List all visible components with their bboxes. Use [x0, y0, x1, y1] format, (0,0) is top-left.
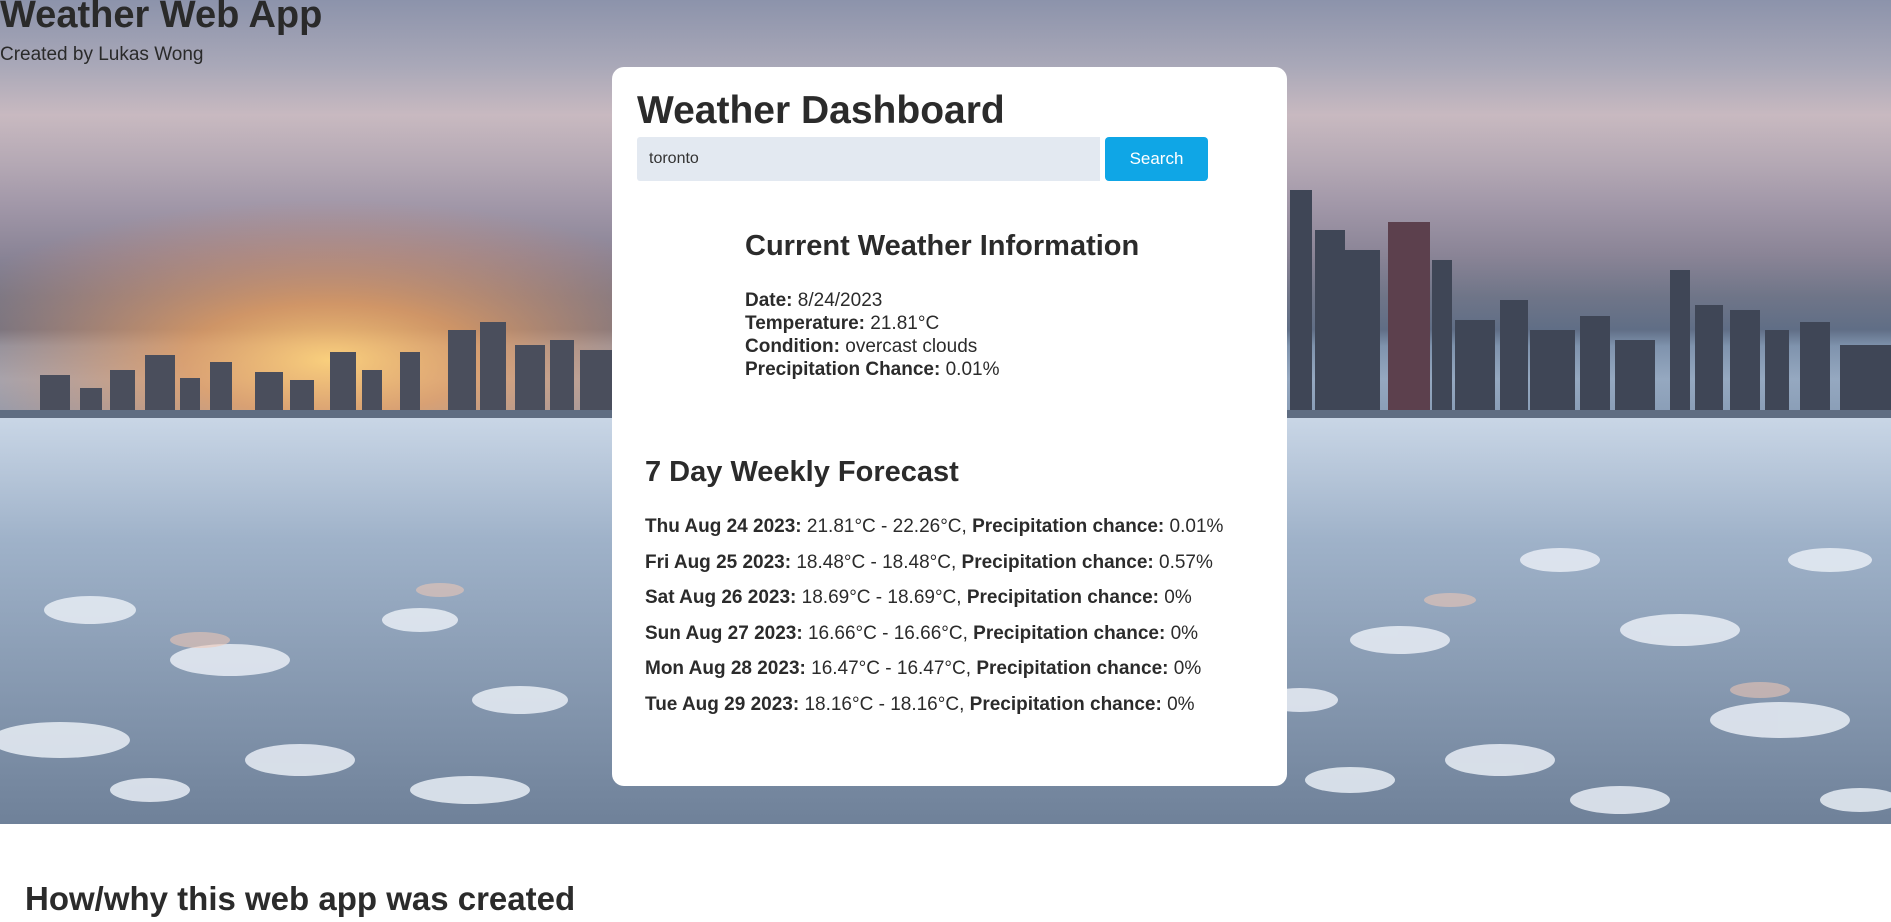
city-search-input[interactable] — [637, 137, 1100, 181]
forecast-precip-value: 0.01% — [1169, 516, 1224, 537]
about-section: How/why this web app was created — [0, 824, 1891, 922]
forecast-precip-label: Precipitation chance: — [976, 658, 1169, 679]
forecast-day-row: Fri Aug 25 2023: 18.48°C - 18.48°C, Prec… — [645, 552, 1223, 588]
about-heading: How/why this web app was created — [25, 880, 576, 917]
forecast-precip-value: 0.57% — [1159, 551, 1213, 573]
forecast-precip-label: Precipitation chance: — [969, 693, 1162, 715]
current-precipitation-value: 0.01% — [945, 359, 1000, 380]
weather-dashboard-card: Weather Dashboard Search Current Weather… — [612, 67, 1287, 786]
current-weather-info: Date: 8/24/2023 Temperature: 21.81°C Con… — [745, 289, 999, 381]
forecast-day-range: 18.48°C - 18.48°C, — [796, 551, 957, 573]
current-condition-value: overcast clouds — [845, 336, 978, 357]
current-weather-heading: Current Weather Information — [745, 230, 1140, 262]
current-date-value: 8/24/2023 — [797, 290, 883, 311]
forecast-day-row: Tue Aug 29 2023: 18.16°C - 18.16°C, Prec… — [645, 694, 1223, 730]
forecast-precip-label: Precipitation chance: — [972, 516, 1165, 537]
forecast-day-range: 18.16°C - 18.16°C, — [804, 693, 965, 715]
current-date-row: Date: 8/24/2023 — [745, 289, 999, 312]
forecast-day-row: Sun Aug 27 2023: 16.66°C - 16.66°C, Prec… — [645, 623, 1223, 659]
forecast-day-date: Mon Aug 28 2023: — [645, 658, 806, 679]
current-temperature-row: Temperature: 21.81°C — [745, 312, 999, 335]
forecast-day-date: Sun Aug 27 2023: — [645, 622, 803, 644]
hero-background: Weather Web App Created by Lukas Wong We… — [0, 0, 1891, 824]
current-condition-row: Condition: overcast clouds — [745, 335, 999, 358]
current-precipitation-label: Precipitation Chance: — [745, 359, 941, 380]
forecast-day-date: Tue Aug 29 2023: — [645, 693, 800, 715]
forecast-day-range: 16.66°C - 16.66°C, — [807, 622, 968, 644]
forecast-day-date: Sat Aug 26 2023: — [645, 587, 797, 608]
current-condition-label: Condition: — [745, 336, 840, 357]
forecast-precip-value: 0% — [1170, 622, 1199, 644]
forecast-list: Thu Aug 24 2023: 21.81°C - 22.26°C, Prec… — [645, 516, 1223, 729]
current-temperature-value: 21.81°C — [870, 313, 940, 334]
forecast-day-date: Fri Aug 25 2023: — [645, 551, 792, 573]
forecast-day-range: 21.81°C - 22.26°C, — [806, 516, 967, 537]
current-date-label: Date: — [745, 290, 793, 311]
forecast-precip-value: 0% — [1173, 658, 1202, 679]
forecast-precip-label: Precipitation chance: — [973, 622, 1166, 644]
current-temperature-label: Temperature: — [745, 313, 866, 334]
forecast-precip-value: 0% — [1167, 693, 1195, 715]
forecast-day-row: Mon Aug 28 2023: 16.47°C - 16.47°C, Prec… — [645, 658, 1223, 694]
app-subtitle: Created by Lukas Wong — [0, 44, 204, 65]
forecast-day-range: 16.47°C - 16.47°C, — [811, 658, 972, 679]
app-title: Weather Web App — [0, 0, 323, 36]
dashboard-title: Weather Dashboard — [637, 89, 1005, 132]
forecast-day-row: Sat Aug 26 2023: 18.69°C - 18.69°C, Prec… — [645, 587, 1223, 623]
forecast-precip-label: Precipitation chance: — [966, 587, 1160, 608]
current-precipitation-row: Precipitation Chance: 0.01% — [745, 358, 999, 381]
forecast-precip-value: 0% — [1164, 587, 1192, 608]
forecast-day-range: 18.69°C - 18.69°C, — [801, 587, 962, 608]
forecast-precip-label: Precipitation chance: — [961, 551, 1154, 573]
forecast-day-date: Thu Aug 24 2023: — [645, 516, 802, 537]
forecast-heading: 7 Day Weekly Forecast — [645, 456, 959, 488]
search-button[interactable]: Search — [1105, 137, 1208, 181]
forecast-day-row: Thu Aug 24 2023: 21.81°C - 22.26°C, Prec… — [645, 516, 1223, 552]
